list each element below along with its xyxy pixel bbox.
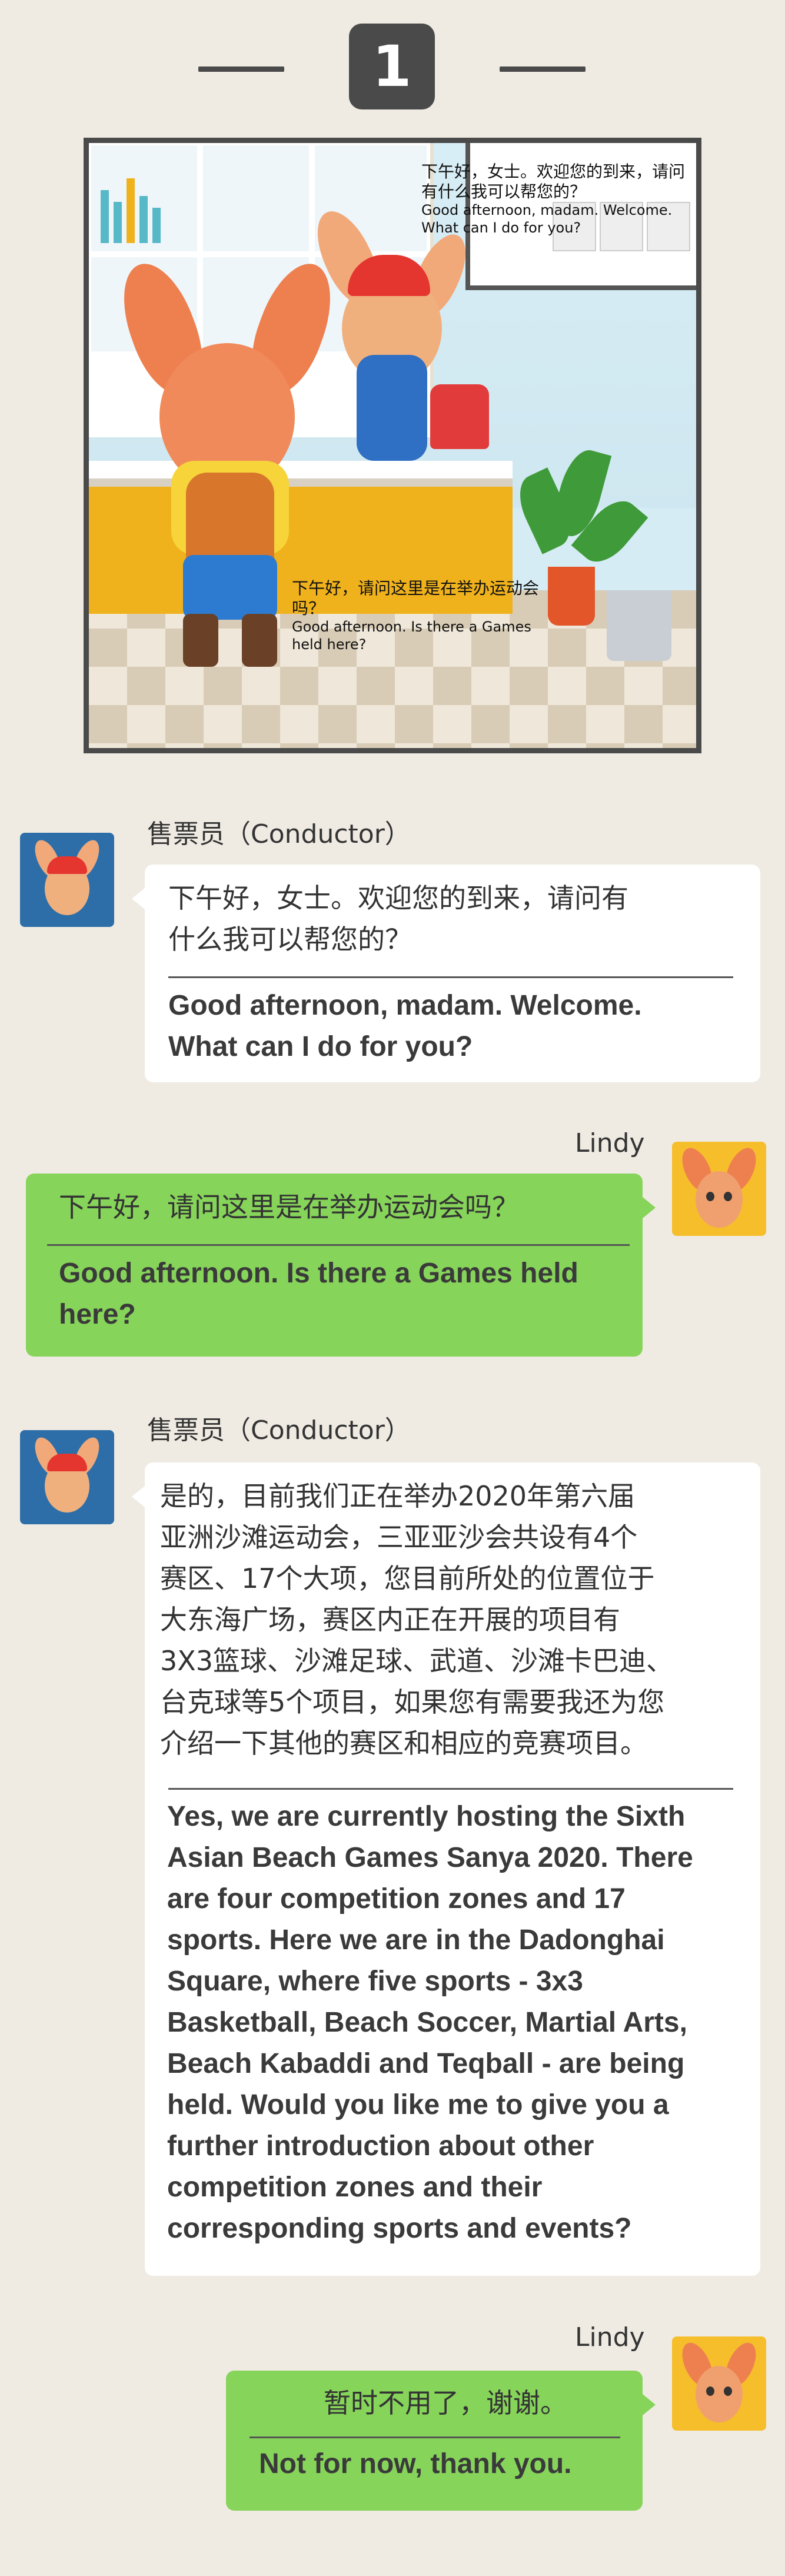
scene-conductor-speech: 下午好，女士。欢迎您的到来，请问有什么我可以帮您的？ Good afternoo… — [421, 162, 689, 237]
header-line-left — [198, 67, 284, 72]
message-en-text: Good afternoon. Is there a Games held he… — [59, 1258, 578, 1330]
conductor-deer-avatar — [20, 833, 114, 927]
conductor-deer-avatar — [20, 1430, 114, 1524]
message-en-text: Yes, we are currently hosting the Sixth … — [167, 1801, 693, 2244]
message-zh-text: 是的，目前我们正在举办2020年第六届 亚洲沙滩运动会，三亚亚沙会共设有4个 赛… — [160, 1480, 674, 1759]
message-bubble: 是的，目前我们正在举办2020年第六届 亚洲沙滩运动会，三亚亚沙会共设有4个 赛… — [132, 1462, 760, 2276]
scene-conductor-speech-en: Good afternoon, madam. Welcome. What can… — [421, 202, 673, 236]
scene-lindy-speech-en: Good afternoon. Is there a Games held he… — [292, 619, 531, 653]
lindy-deer-avatar — [672, 1142, 766, 1236]
message-bubble: 下午好，请问这里是在举办运动会吗？ Good afternoon. Is the… — [26, 1174, 656, 1357]
speaker-name: Lindy — [575, 1128, 645, 1158]
message-zh-text: 下午好，请问这里是在举办运动会吗？ — [59, 1191, 519, 1223]
scene-trash-bin — [607, 590, 671, 661]
message-divider — [168, 1788, 733, 1790]
lindy-deer-avatar — [672, 2336, 766, 2431]
message-zh-text: 暂时不用了，谢谢。 — [324, 2387, 567, 2419]
speaker-name: Lindy — [575, 2322, 645, 2352]
scene-red-phone — [430, 384, 489, 449]
message-bubble: 暂时不用了，谢谢。 Not for now, thank you. — [226, 2371, 656, 2511]
scene-conductor-speech-zh: 下午好，女士。欢迎您的到来，请问有什么我可以帮您的？ — [421, 162, 686, 202]
scene-lindy-speech-zh: 下午好，请问这里是在举办运动会吗？ — [292, 579, 540, 619]
scene-plant-pot — [548, 567, 595, 626]
message-bubble: 下午好，女士。欢迎您的到来，请问有 什么我可以帮您的？ Good afterno… — [132, 865, 760, 1082]
message-en-text: Good afternoon, madam. Welcome. What can… — [168, 990, 642, 1062]
message-divider — [250, 2437, 620, 2438]
scene-lindy-speech: 下午好，请问这里是在举办运动会吗？ Good afternoon. Is the… — [292, 579, 551, 653]
message-divider — [47, 1244, 630, 1246]
speaker-name: 售票员（Conductor） — [147, 1415, 411, 1445]
message-en-text: Not for now, thank you. — [259, 2448, 572, 2479]
speaker-name: 售票员（Conductor） — [147, 819, 411, 849]
comic-scene-illustration: 下午好，女士。欢迎您的到来，请问有什么我可以帮您的？ Good afternoo… — [84, 138, 701, 753]
step-number-badge: 1 — [349, 24, 435, 109]
message-zh-text: 下午好，女士。欢迎您的到来，请问有 什么我可以帮您的？ — [168, 882, 628, 955]
header-line-right — [500, 67, 586, 72]
message-divider — [168, 976, 733, 978]
